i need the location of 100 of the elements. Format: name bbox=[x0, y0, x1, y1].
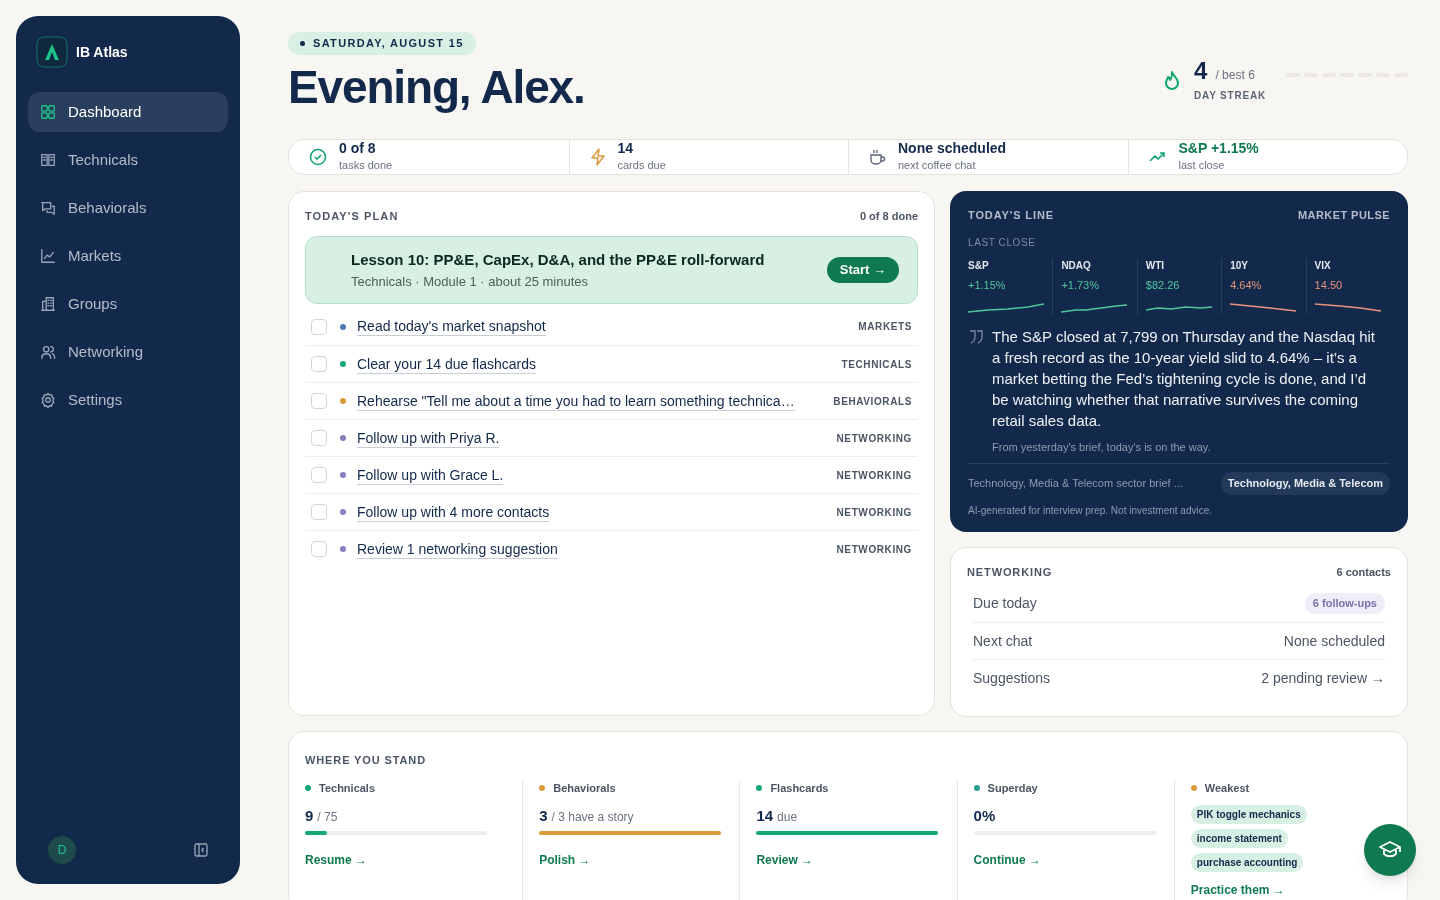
task-checkbox[interactable] bbox=[311, 541, 327, 557]
start-button[interactable]: Start → bbox=[826, 257, 899, 283]
sector-brief-link[interactable]: Technology, Media & Telecom sector brief ... bbox=[968, 475, 1183, 492]
contact-count: 6 contacts bbox=[1336, 564, 1391, 580]
task-checkbox[interactable] bbox=[311, 356, 327, 372]
completion-count: 0 of 8 done bbox=[859, 208, 918, 224]
task-category: NETWORKING bbox=[835, 431, 912, 446]
nav-item[interactable]: Networking bbox=[28, 332, 228, 372]
user-avatar[interactable]: D bbox=[48, 836, 76, 864]
task-category: TECHNICALS bbox=[840, 357, 912, 372]
disclaimer: AI-generated for interview prep. Not investment advice. bbox=[968, 503, 1213, 518]
stat-value: None scheduled bbox=[898, 139, 1007, 157]
card-title: NETWORKING bbox=[967, 564, 1053, 580]
stat-suffix: due bbox=[777, 808, 798, 826]
nav-item[interactable]: Behaviorals bbox=[28, 188, 228, 228]
nav-item[interactable]: Dashboard bbox=[28, 92, 228, 132]
task-link[interactable]: Follow up with Grace L. bbox=[357, 465, 504, 485]
action-link[interactable]: Review → bbox=[756, 851, 814, 869]
trend-up-icon bbox=[1148, 150, 1167, 163]
quote-icon bbox=[968, 329, 984, 344]
stat-value: 14 bbox=[756, 805, 774, 826]
nav-item[interactable]: Technicals bbox=[28, 140, 228, 180]
task-link[interactable]: Read today's market snapshot bbox=[357, 317, 546, 336]
task-checkbox[interactable] bbox=[311, 467, 327, 483]
task-link[interactable]: Clear your 14 due flashcards bbox=[357, 354, 536, 374]
stat-value: 3 bbox=[539, 805, 548, 826]
follow-up-badge[interactable]: 6 follow-ups bbox=[1304, 593, 1385, 614]
stat-value: 14 bbox=[617, 139, 635, 157]
brand-name: IB Atlas bbox=[76, 42, 128, 62]
section-label: LAST CLOSE bbox=[968, 236, 1037, 250]
task-category: BEHAVIORALS bbox=[832, 394, 912, 409]
action-link[interactable]: Resume → bbox=[305, 851, 368, 869]
nav-item[interactable]: Markets bbox=[28, 236, 228, 276]
logo-icon bbox=[36, 36, 68, 68]
task-checkbox[interactable] bbox=[311, 318, 327, 335]
action-link[interactable]: Polish → bbox=[539, 851, 591, 869]
date-text: SATURDAY, AUGUST 15 bbox=[313, 36, 464, 51]
action-link[interactable]: Continue → bbox=[973, 851, 1041, 869]
section-name: Technicals bbox=[319, 781, 376, 796]
streak-label: DAY STREAK bbox=[1194, 88, 1266, 103]
sector-tag[interactable]: Technology, Media & Telecom bbox=[1220, 472, 1390, 495]
action-link[interactable]: Practice them → bbox=[1190, 880, 1285, 899]
book-icon bbox=[40, 152, 56, 168]
ticker-value: +1.73% bbox=[1061, 278, 1100, 293]
ticker-symbol: S&P bbox=[968, 259, 990, 273]
task-checkbox[interactable] bbox=[311, 393, 327, 409]
task-link[interactable]: Follow up with Priya R. bbox=[357, 428, 500, 448]
stat-caption: cards due bbox=[617, 158, 666, 173]
chat-icon bbox=[40, 200, 56, 216]
card-title: WHERE YOU STAND bbox=[305, 752, 427, 768]
section-name: Behaviorals bbox=[553, 781, 616, 796]
task-category: NETWORKING bbox=[835, 542, 912, 557]
ticker-symbol: NDAQ bbox=[1061, 259, 1092, 273]
lesson-meta: Technicals · Module 1 · about 25 minutes bbox=[351, 272, 589, 291]
task-link[interactable]: Follow up with 4 more contacts bbox=[357, 502, 550, 522]
chart-icon bbox=[40, 248, 56, 264]
task-category: NETWORKING bbox=[835, 505, 912, 520]
suggestions-link[interactable]: 2 pending review → bbox=[1261, 667, 1385, 689]
nav-item[interactable]: Settings bbox=[28, 380, 228, 420]
ticker-value: +1.15% bbox=[968, 278, 1007, 293]
coffee-cup-icon bbox=[869, 148, 886, 165]
people-icon bbox=[40, 344, 56, 360]
task-link[interactable]: Review 1 networking suggestion bbox=[357, 539, 558, 559]
stat-suffix: / 75 bbox=[317, 808, 338, 826]
collapse-sidebar-icon[interactable] bbox=[194, 843, 208, 857]
row-label: Next chat bbox=[973, 631, 1033, 651]
ticker-symbol: VIX bbox=[1314, 259, 1332, 273]
lesson-banner[interactable]: Lesson 10: PP&E, CapEx, D&A, and the PP&E roll-forward Technicals · Module 1 · about 25 minutes Start → bbox=[305, 236, 918, 304]
task-checkbox[interactable] bbox=[311, 430, 327, 446]
ticker-symbol: 10Y bbox=[1230, 259, 1249, 273]
topic-tag[interactable]: purchase accounting bbox=[1190, 852, 1304, 872]
stat-suffix: / 3 have a story bbox=[551, 808, 634, 826]
stat-caption: tasks done bbox=[339, 158, 393, 173]
streak-count: 4 bbox=[1194, 58, 1208, 83]
section-name: Weakest bbox=[1204, 781, 1250, 796]
row-label: Due today bbox=[973, 594, 1037, 613]
stat-value: 0 of 8 bbox=[339, 139, 377, 157]
stat-value: 9 bbox=[305, 805, 314, 826]
task-category: MARKETS bbox=[857, 320, 912, 334]
topic-tag[interactable]: income statement bbox=[1190, 828, 1288, 848]
ticker-value: 4.64% bbox=[1230, 278, 1263, 293]
task-checkbox[interactable] bbox=[311, 504, 327, 520]
stat-caption: last close bbox=[1178, 158, 1226, 173]
topic-tag[interactable]: PIK toggle mechanics bbox=[1190, 804, 1307, 824]
building-icon bbox=[40, 296, 56, 312]
market-pulse-link[interactable]: MARKET PULSE bbox=[1297, 206, 1390, 223]
streak-best: / best 6 bbox=[1215, 66, 1255, 84]
stat-value: 0% bbox=[973, 805, 996, 826]
section-name: Flashcards bbox=[770, 781, 829, 796]
stat-caption: next coffee chat bbox=[898, 158, 977, 173]
greeting-heading: Evening, Alex. bbox=[288, 59, 585, 115]
ticker-value: 14.50 bbox=[1314, 278, 1344, 293]
grid-icon bbox=[40, 104, 56, 120]
nav-item[interactable]: Groups bbox=[28, 284, 228, 324]
quote-source: From yesterday's brief, today's is on the way. bbox=[992, 439, 1212, 455]
ticker-symbol: WTI bbox=[1145, 259, 1166, 273]
task-link[interactable]: Rehearse "Tell me about a time you had to learn something technica… bbox=[357, 391, 795, 411]
check-circle-icon bbox=[309, 147, 327, 166]
task-category: NETWORKING bbox=[835, 468, 912, 483]
dot-icon bbox=[300, 40, 305, 46]
